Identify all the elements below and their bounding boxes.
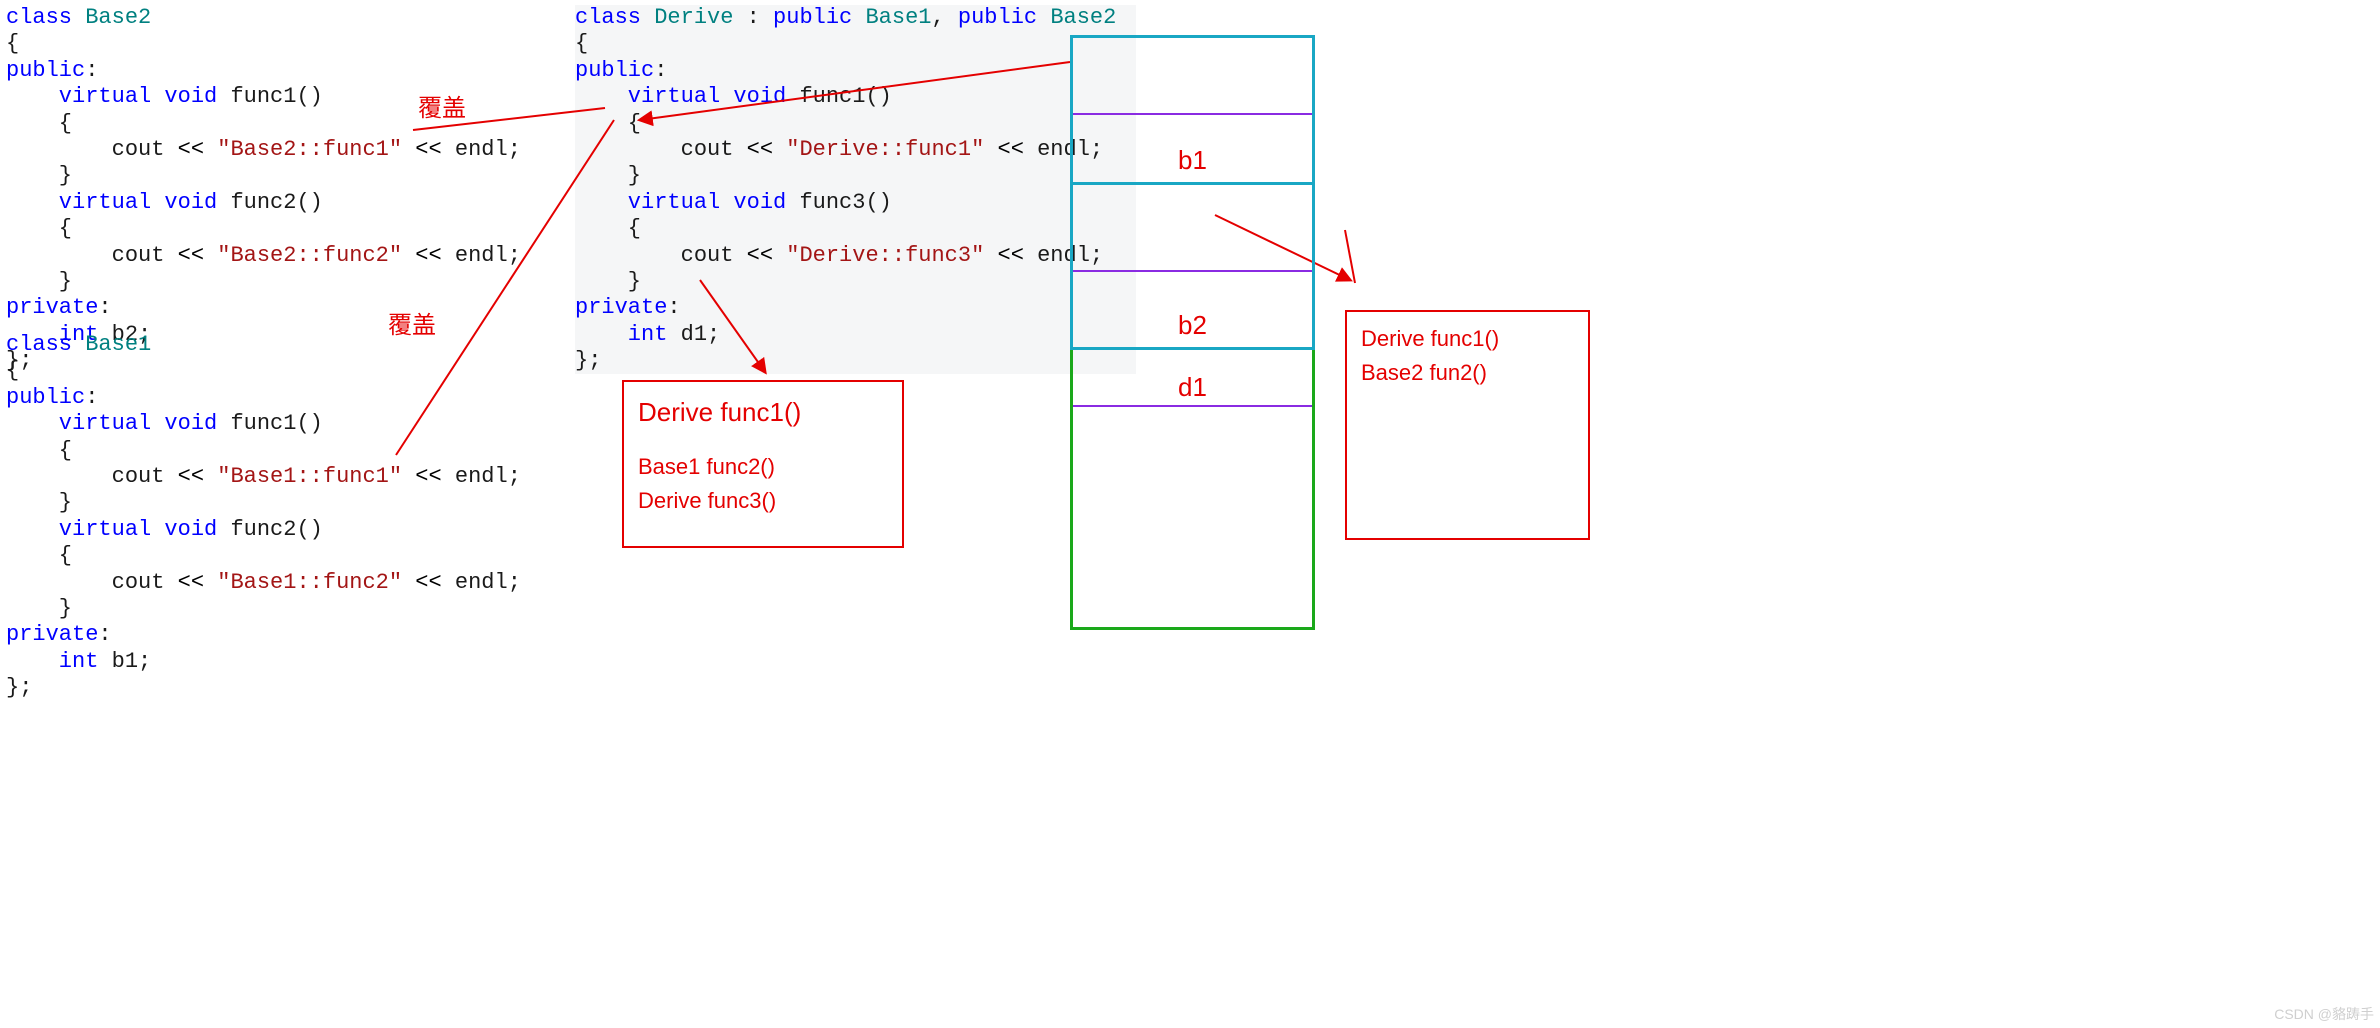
annotation-override-1: 覆盖	[418, 88, 466, 123]
vtable1-line2: Base1 func2()	[638, 450, 888, 484]
memory-label-b1: b1	[1178, 145, 1207, 176]
memory-layout: b1 b2 d1	[1070, 35, 1315, 630]
memory-sep-d1	[1073, 405, 1312, 407]
vtable2-line1: Derive func1()	[1361, 322, 1574, 356]
annotation-override-2: 覆盖	[388, 305, 436, 340]
vtable1-line1: Derive func1()	[638, 392, 888, 432]
vtable-box-base2: Derive func1() Base2 fun2()	[1345, 310, 1590, 540]
memory-label-d1: d1	[1178, 372, 1207, 403]
code-block-derive: class Derive : public Base1, public Base…	[575, 5, 1136, 374]
memory-sep-vptr2	[1073, 270, 1312, 272]
memory-cell-base1: b1	[1070, 35, 1315, 185]
memory-label-b2: b2	[1178, 310, 1207, 341]
memory-cell-derive: d1	[1070, 350, 1315, 630]
memory-sep-vptr1	[1073, 113, 1312, 115]
vtable-box-base1: Derive func1() Base1 func2() Derive func…	[622, 380, 904, 548]
code-block-base1: class Base1 { public: virtual void func1…	[6, 332, 521, 701]
memory-cell-base2: b2	[1070, 185, 1315, 350]
vtable1-line3: Derive func3()	[638, 484, 888, 518]
vtable2-line2: Base2 fun2()	[1361, 356, 1574, 390]
code-block-base2: class Base2 { public: virtual void func1…	[6, 5, 521, 374]
watermark: CSDN @貉踌手	[2274, 1004, 2374, 1024]
